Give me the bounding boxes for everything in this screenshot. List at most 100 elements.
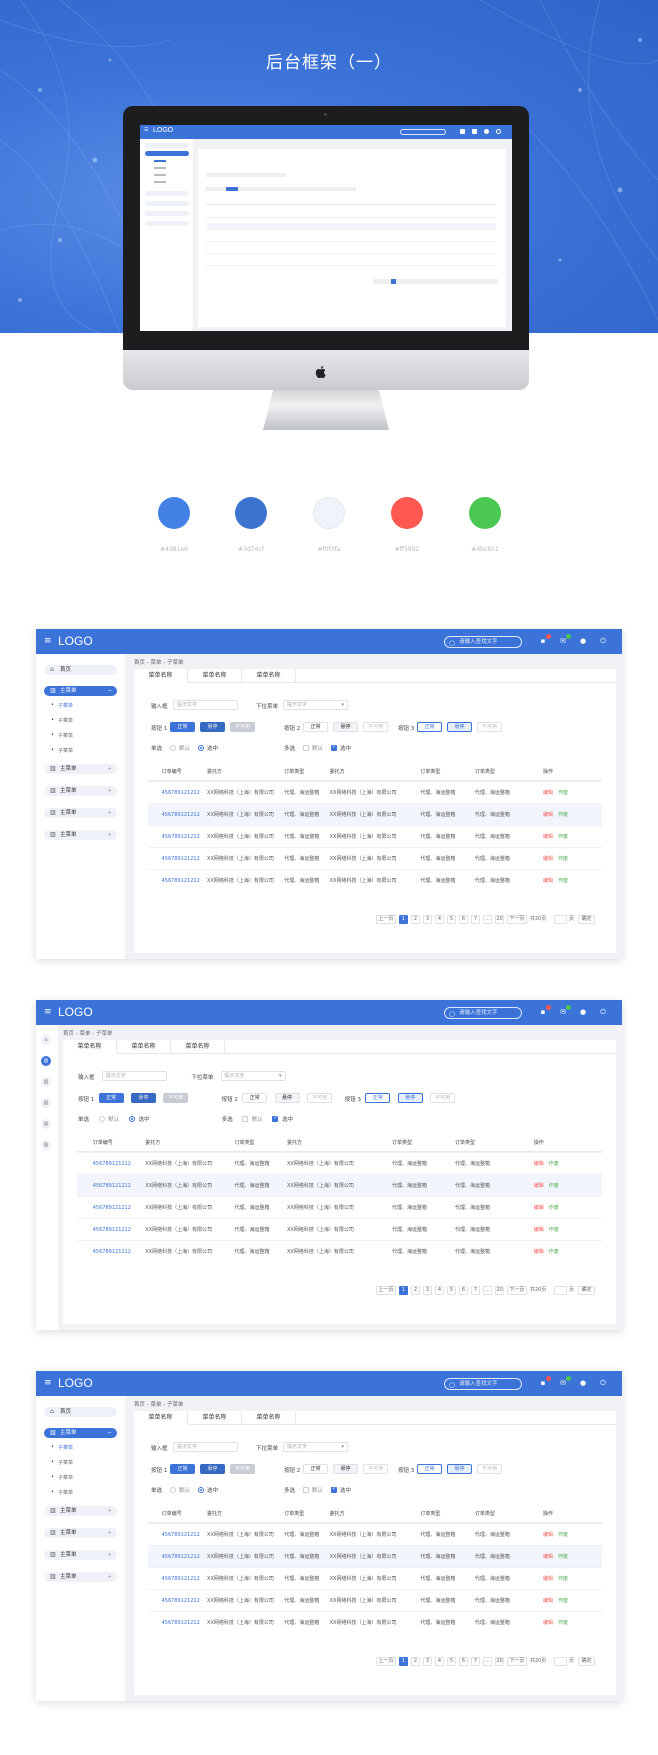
void-link[interactable]: 作废 — [558, 834, 568, 840]
table-row[interactable]: 456789121212 XX网络科技（上海）有限公司 代理、海运整箱 XX网络科技（… — [77, 1174, 602, 1196]
button-normal[interactable]: 正常 — [170, 1464, 195, 1474]
page-jump-input[interactable] — [554, 1286, 567, 1295]
radio-default[interactable] — [98, 1116, 105, 1122]
table-row[interactable]: 456789121212 XX网络科技（上海）有限公司 代理、海运整箱 XX网络科技（… — [148, 803, 602, 825]
chat-icon[interactable]: ▪ — [538, 1376, 551, 1388]
mini-sub[interactable] — [154, 181, 166, 183]
page-button[interactable]: 7 — [471, 1657, 480, 1666]
void-link[interactable]: 作废 — [549, 1161, 559, 1167]
order-id-link[interactable]: 456789121212 — [93, 1197, 131, 1219]
next-page-button[interactable]: 下一页 — [507, 915, 527, 924]
checkbox-default[interactable] — [242, 1116, 249, 1122]
nav-main-active[interactable]: ▥ 主菜单 − — [44, 1428, 117, 1438]
text-input[interactable]: 提示文字 — [101, 1071, 167, 1081]
order-id-link[interactable]: 456789121212 — [93, 1153, 131, 1175]
text-input[interactable]: 提示文字 — [173, 700, 238, 710]
edit-link[interactable]: 编辑 — [534, 1161, 544, 1167]
dropdown-select[interactable]: 提示文字 ▾ — [283, 1442, 348, 1452]
page-jump-input[interactable] — [554, 1657, 567, 1666]
nav-sub-item[interactable]: 子菜单 — [51, 1474, 73, 1481]
user-icon[interactable]: ● — [578, 636, 588, 646]
mini-sub[interactable] — [154, 174, 166, 176]
tab-item[interactable]: 菜单名称 — [171, 1040, 225, 1054]
button-hover[interactable]: 悬停 — [130, 1093, 156, 1103]
page-button[interactable]: 4 — [435, 915, 444, 924]
edit-link[interactable]: 编辑 — [543, 1620, 553, 1626]
page-button[interactable]: 7 — [471, 1286, 480, 1295]
page-button[interactable]: 5 — [447, 1286, 456, 1295]
page-button[interactable]: 20 — [495, 1657, 504, 1666]
order-id-link[interactable]: 456789121212 — [162, 782, 200, 804]
table-row[interactable]: 456789121212 XX网络科技（上海）有限公司 代理、海运整箱 XX网络科技（… — [148, 847, 602, 869]
page-jump-input[interactable] — [554, 915, 567, 924]
mail-icon[interactable]: ✉ — [558, 634, 571, 646]
nav-main-item[interactable]: ▥ 主菜单 + — [44, 1550, 117, 1560]
page-button[interactable]: ... — [483, 915, 492, 924]
search-input[interactable]: ○ 请输入查找文字 — [444, 636, 522, 648]
mini-nav-main[interactable] — [145, 211, 189, 216]
void-link[interactable]: 作废 — [558, 1620, 568, 1626]
page-button[interactable]: 20 — [495, 1286, 504, 1295]
page-button[interactable]: 6 — [459, 915, 468, 924]
nav-home[interactable]: ⌂ 首页 — [44, 665, 117, 675]
void-link[interactable]: 作废 — [558, 1532, 568, 1538]
order-id-link[interactable]: 456789121212 — [162, 1546, 200, 1568]
button-normal[interactable]: 正常 — [303, 722, 328, 732]
mini-nav-main[interactable] — [145, 221, 189, 226]
tab-item[interactable]: 菜单名称 — [134, 1411, 188, 1425]
page-button[interactable]: 3 — [423, 1657, 432, 1666]
checkbox-default[interactable] — [303, 1487, 309, 1493]
user-icon[interactable]: ● — [578, 1007, 588, 1017]
void-link[interactable]: 作废 — [558, 1598, 568, 1604]
button-hover[interactable]: 悬停 — [447, 722, 472, 732]
text-input[interactable]: 提示文字 — [173, 1442, 238, 1452]
edit-link[interactable]: 编辑 — [543, 812, 553, 818]
order-id-link[interactable]: 456789121212 — [162, 826, 200, 848]
breadcrumb[interactable]: 首页 - 菜单 - 子菜单 — [63, 1029, 112, 1037]
button-normal[interactable]: 正常 — [170, 722, 195, 732]
confirm-button[interactable]: 确定 — [578, 915, 595, 924]
void-link[interactable]: 作废 — [549, 1205, 559, 1211]
nav-main-item[interactable]: ▥ 主菜单 + — [44, 830, 117, 840]
user-icon[interactable]: ● — [578, 1378, 588, 1388]
edit-link[interactable]: 编辑 — [543, 1554, 553, 1560]
logo[interactable]: LOGO — [58, 1005, 93, 1019]
button-normal[interactable]: 正常 — [417, 1464, 442, 1474]
edit-link[interactable]: 编辑 — [543, 1532, 553, 1538]
button-normal[interactable]: 正常 — [242, 1093, 268, 1103]
mini-sub[interactable] — [154, 167, 166, 169]
edit-link[interactable]: 编辑 — [543, 1576, 553, 1582]
edit-link[interactable]: 编辑 — [543, 1598, 553, 1604]
radio-selected[interactable] — [128, 1116, 135, 1122]
table-row[interactable]: 456789121212 XX网络科技（上海）有限公司 代理、海运整箱 XX网络科技（… — [148, 1611, 602, 1633]
nav-main-item[interactable]: ▥ 主菜单 + — [44, 764, 117, 774]
power-icon[interactable]: ⏻ — [598, 1007, 608, 1017]
table-row[interactable]: 456789121212 XX网络科技（上海）有限公司 代理、海运整箱 XX网络科技（… — [77, 1218, 602, 1240]
button-normal[interactable]: 正常 — [303, 1464, 328, 1474]
table-row[interactable]: 456789121212 XX网络科技（上海）有限公司 代理、海运整箱 XX网络科技（… — [148, 869, 602, 891]
edit-link[interactable]: 编辑 — [543, 856, 553, 862]
breadcrumb[interactable]: 首页 - 菜单 - 子菜单 — [134, 1400, 183, 1408]
nav-chart-icon[interactable]: ▥ — [41, 1056, 51, 1066]
mini-chat-icon[interactable] — [460, 129, 465, 134]
radio-selected[interactable] — [198, 745, 204, 751]
tab-item[interactable]: 菜单名称 — [242, 1411, 296, 1425]
breadcrumb[interactable]: 首页 - 菜单 - 子菜单 — [134, 658, 183, 666]
void-link[interactable]: 作废 — [558, 790, 568, 796]
radio-default[interactable] — [170, 1487, 176, 1493]
order-id-link[interactable]: 456789121212 — [93, 1241, 131, 1263]
search-input[interactable]: ○ 请输入查找文字 — [444, 1007, 522, 1019]
void-link[interactable]: 作废 — [558, 812, 568, 818]
nav-home-icon[interactable]: ⌂ — [41, 1035, 51, 1045]
checkbox-selected[interactable] — [272, 1115, 279, 1122]
button-hover[interactable]: 悬停 — [447, 1464, 472, 1474]
table-row[interactable]: 456789121212 XX网络科技（上海）有限公司 代理、海运整箱 XX网络科技（… — [148, 1523, 602, 1545]
checkbox-selected[interactable] — [331, 744, 337, 751]
confirm-button[interactable]: 确定 — [578, 1657, 595, 1666]
tab-item[interactable]: 菜单名称 — [63, 1040, 117, 1054]
order-id-link[interactable]: 456789121212 — [93, 1219, 131, 1241]
button-hover[interactable]: 悬停 — [397, 1093, 423, 1103]
void-link[interactable]: 作废 — [558, 1554, 568, 1560]
mini-user-icon[interactable] — [484, 129, 489, 134]
mail-icon[interactable]: ✉ — [558, 1376, 571, 1388]
